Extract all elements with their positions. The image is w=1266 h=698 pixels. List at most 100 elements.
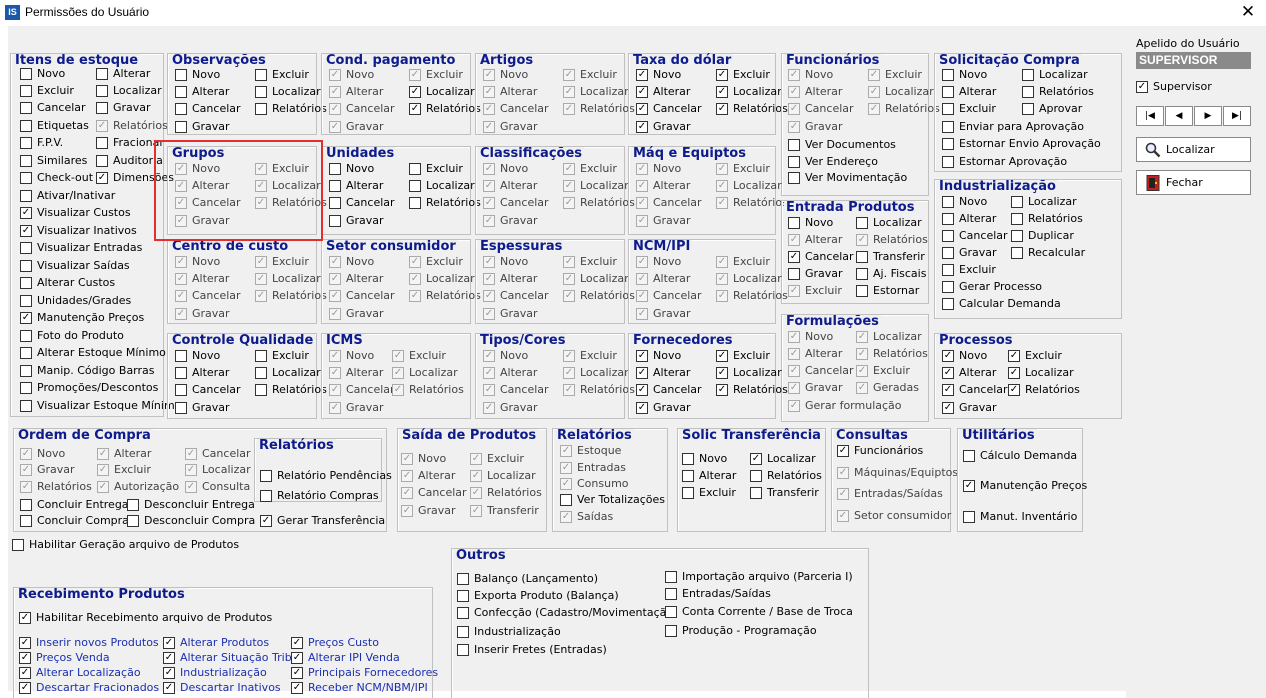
checkmark-icon: ✓ <box>716 197 728 209</box>
checkmark-icon: ✓ <box>483 308 495 320</box>
next-record-button[interactable]: ▶ <box>1194 106 1222 126</box>
checkbox-label: Recalcular <box>1028 246 1086 259</box>
checkbox-label: Transferir <box>767 486 819 499</box>
group-title: Centro de custo <box>170 239 291 254</box>
previous-record-button[interactable]: ◀ <box>1165 106 1193 126</box>
checkmark-icon: ✓ <box>788 382 800 394</box>
checkmark-icon: ✓ <box>788 348 800 360</box>
checkbox-label: Geradas <box>873 381 920 394</box>
checkbox-label: Alterar <box>699 469 737 482</box>
checkmark-icon: ✓ <box>788 86 800 98</box>
checkbox-box <box>255 384 267 396</box>
checkmark-icon: ✓ <box>750 453 762 465</box>
checkbox-label: Alterar Custos <box>37 276 116 289</box>
checkbox-box <box>788 172 800 184</box>
checkbox-label: Novo <box>500 68 529 81</box>
checkbox-label: Alterar <box>114 447 152 460</box>
close-form-button[interactable]: Fechar <box>1136 170 1251 195</box>
checkmark-icon: ✓ <box>788 234 800 246</box>
checkbox-label: Gravar <box>653 401 691 414</box>
checkmark-icon: ✓ <box>19 652 31 664</box>
checkmark-icon: ✓ <box>837 488 849 500</box>
checkbox-label: Alterar <box>192 272 230 285</box>
group-title: Relatórios <box>555 428 634 443</box>
checkbox-label: Alterar <box>113 67 151 80</box>
checkbox-label: Check-out <box>37 171 94 184</box>
checkbox-box <box>1011 196 1023 208</box>
checkbox-label: Excluir <box>487 452 524 465</box>
checkbox-label: Alterar <box>805 347 843 360</box>
checkbox-label: Excluir <box>580 349 617 362</box>
checkbox-label: Alterar <box>959 212 997 225</box>
group-title: Processos <box>937 333 1015 348</box>
checkmark-icon: ✓ <box>20 225 32 237</box>
checkmark-icon: ✓ <box>470 453 482 465</box>
checkmark-icon: ✓ <box>483 402 495 414</box>
close-button[interactable]: ✕ <box>1230 0 1266 26</box>
find-button[interactable]: Localizar <box>1136 137 1251 162</box>
checkbox-label: Localizar <box>409 366 458 379</box>
first-record-button[interactable]: |◀ <box>1136 106 1164 126</box>
checkmark-icon: ✓ <box>1008 384 1020 396</box>
checkbox-label: Relatórios <box>37 480 92 493</box>
group-title: Taxa do dólar <box>631 53 734 68</box>
checkmark-icon: ✓ <box>329 308 341 320</box>
checkbox-box <box>175 103 187 115</box>
checkbox-label: Relatório Pendências <box>277 469 392 482</box>
checkbox-label: Gravar <box>37 463 75 476</box>
checkbox-box <box>20 172 32 184</box>
checkbox-label: Desconcluir Entrega <box>144 498 255 511</box>
title-bar: IS Permissões do Usuário ✕ <box>0 0 1266 26</box>
checkbox-label: Alterar Localização <box>36 666 141 679</box>
checkbox-label: Novo <box>653 68 682 81</box>
checkbox-label: Cancelar <box>805 250 854 263</box>
checkbox-label: Relatórios <box>426 289 481 302</box>
checkbox-label: Excluir <box>272 255 309 268</box>
checkbox-label: Localizar <box>580 272 629 285</box>
checkbox-label: Aprovar <box>1039 102 1083 115</box>
checkbox-box <box>20 400 32 412</box>
checkmark-icon: ✓ <box>716 273 728 285</box>
checkbox-label: Cálculo Demanda <box>980 449 1078 462</box>
checkbox-box <box>260 490 272 502</box>
checkmark-icon: ✓ <box>470 470 482 482</box>
checkbox-label: Localizar <box>580 366 629 379</box>
checkbox-label: Novo <box>653 255 682 268</box>
checkbox-label: Unidades/Grades <box>37 294 132 307</box>
checkbox-box <box>20 120 32 132</box>
checkbox-label: Alterar <box>192 366 230 379</box>
checkbox-label: Excluir <box>885 68 922 81</box>
checkbox-label: Excluir <box>733 349 770 362</box>
checkbox-box <box>942 156 954 168</box>
checkbox-label: Ver Documentos <box>805 138 896 151</box>
checkbox-label: Excluir <box>426 162 463 175</box>
checkmark-icon: ✓ <box>636 197 648 209</box>
checkbox-label: Gravar <box>805 120 843 133</box>
app-icon: IS <box>5 5 20 20</box>
nick-field: SUPERVISOR <box>1136 52 1251 69</box>
checkbox-label: Relatórios <box>580 196 635 209</box>
checkbox-box <box>942 138 954 150</box>
last-record-button[interactable]: ▶| <box>1223 106 1251 126</box>
checkbox-label: Descartar Inativos <box>180 681 281 694</box>
checkmark-icon: ✓ <box>483 290 495 302</box>
checkmark-icon: ✓ <box>20 448 32 460</box>
checkbox-label: Cancelar <box>192 102 241 115</box>
checkbox-label: Balanço (Lançamento) <box>474 572 599 585</box>
checkbox-label: Relatórios <box>1025 383 1080 396</box>
checkbox-label: Relatórios <box>873 233 928 246</box>
checkbox-label: Novo <box>805 68 834 81</box>
client-area: Apelido do Usuário SUPERVISOR ✓ Supervis… <box>0 26 1266 698</box>
group-title: Setor consumidor <box>324 239 458 254</box>
checkbox-label: Relatórios <box>1039 85 1094 98</box>
checkbox-label: Relatórios <box>426 196 481 209</box>
checkmark-icon: ✓ <box>868 103 880 115</box>
checkbox-label: Funcionários <box>854 444 924 457</box>
checkmark-icon: ✓ <box>175 256 187 268</box>
checkmark-icon: ✓ <box>483 350 495 362</box>
checkmark-icon: ✓ <box>636 308 648 320</box>
checkmark-icon: ✓ <box>255 273 267 285</box>
checkmark-icon: ✓ <box>329 384 341 396</box>
checkbox-label: Preços Custo <box>308 636 379 649</box>
checkbox-label: Novo <box>418 452 447 465</box>
